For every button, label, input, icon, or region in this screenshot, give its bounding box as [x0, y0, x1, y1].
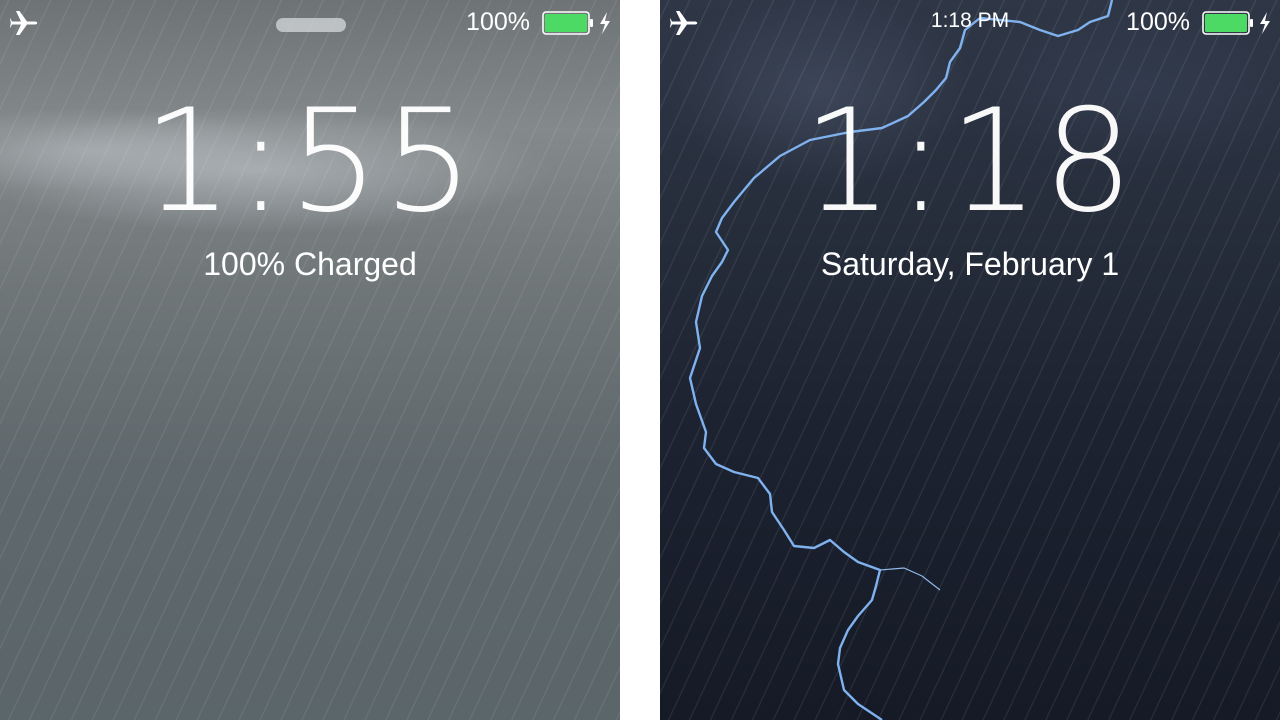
left-lock-screen: 100% 1:55 100% Charged: [0, 0, 620, 720]
lock-screen-clock: 1:55: [142, 79, 478, 244]
battery-percentage: 100%: [466, 8, 530, 36]
right-lock-screen: 1:18 PM 100% 1:18 Saturday, February 1: [660, 0, 1280, 720]
charging-bolt-icon: [600, 12, 610, 34]
date-label: Saturday, February 1: [820, 246, 1120, 282]
divider: [620, 0, 660, 720]
battery-percentage: 100%: [1126, 8, 1190, 36]
charging-status: 100% Charged: [203, 246, 417, 282]
status-bar: 1:18 PM 100%: [660, 0, 1280, 44]
battery-icon: [1202, 11, 1253, 35]
airplane-icon: [10, 11, 38, 35]
battery-icon: [542, 11, 593, 35]
status-bar: 100%: [0, 0, 620, 44]
lock-screen-clock: 1:18: [802, 79, 1138, 244]
charging-bolt-icon: [1260, 12, 1270, 34]
notification-center-grabber[interactable]: [276, 18, 346, 32]
